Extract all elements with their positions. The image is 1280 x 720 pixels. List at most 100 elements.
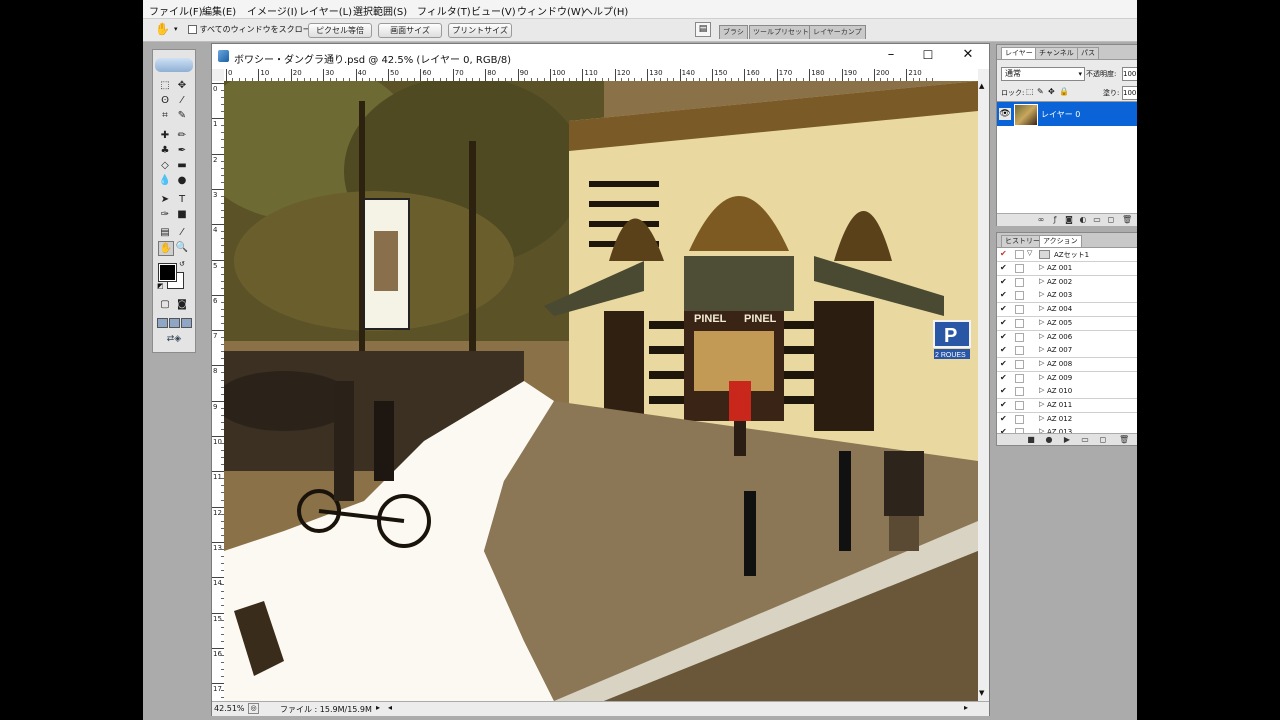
scroll-all-checkbox[interactable] — [188, 25, 197, 34]
menu-file[interactable]: ファイル(F) — [149, 3, 203, 18]
action-expand-icon[interactable]: ▷ — [1039, 400, 1044, 408]
preset-dropdown-icon[interactable]: ▾ — [174, 25, 178, 33]
menu-layer[interactable]: レイヤー(L) — [299, 3, 352, 18]
action-dialog-toggle[interactable] — [1015, 277, 1024, 287]
action-item-row[interactable]: ✔ ▷ AZ 005 — [997, 316, 1137, 331]
action-dialog-toggle[interactable] — [1015, 291, 1024, 301]
action-expand-icon[interactable]: ▷ — [1039, 345, 1044, 353]
action-item-row[interactable]: ✔ ▷ AZ 008 — [997, 357, 1137, 372]
dodge-tool-icon[interactable]: ● — [175, 174, 189, 187]
zoom-level[interactable]: 42.51% — [214, 704, 245, 713]
magic-wand-tool-icon[interactable]: ⁄ — [175, 94, 189, 107]
close-button[interactable]: ✕ — [957, 46, 979, 64]
scroll-up-arrow-icon[interactable]: ▲ — [979, 82, 984, 90]
delete-layer-icon[interactable]: 🗑 — [1122, 216, 1132, 224]
status-menu-arrow-icon[interactable]: ▸ — [376, 703, 380, 712]
tab-actions[interactable]: アクション — [1039, 235, 1082, 247]
minimize-button[interactable]: – — [880, 46, 902, 64]
shape-tool-icon[interactable]: ■ — [175, 208, 189, 221]
screen-mode-full-icon[interactable] — [181, 318, 192, 328]
action-set-check-icon[interactable]: ✔ — [1000, 250, 1008, 258]
scroll-right-arrow-icon[interactable]: ▸ — [964, 703, 968, 712]
action-enabled-check-icon[interactable]: ✔ — [1000, 401, 1008, 409]
action-enabled-check-icon[interactable]: ✔ — [1000, 318, 1008, 327]
action-expand-icon[interactable]: ▷ — [1039, 373, 1044, 381]
hand-tool-icon[interactable]: ✋ — [158, 241, 174, 256]
action-dialog-toggle[interactable] — [1015, 332, 1024, 342]
image-canvas[interactable]: PINEL PINEL P 2 ROUES — [224, 81, 978, 701]
action-item-row[interactable]: ✔ ▷ AZ 012 — [997, 412, 1137, 427]
jump-to-imageready-icon[interactable]: ⇄◈ — [159, 334, 189, 346]
gradient-tool-icon[interactable]: ▬ — [175, 159, 189, 172]
print-size-button[interactable]: プリントサイズ — [448, 23, 512, 38]
tab-layers[interactable]: レイヤー — [1001, 47, 1037, 59]
action-enabled-check-icon[interactable]: ✔ — [1000, 332, 1008, 341]
eyedropper-tool-icon[interactable]: ⁄ — [175, 226, 189, 239]
notes-tool-icon[interactable]: ▤ — [158, 226, 172, 239]
lasso-tool-icon[interactable]: ʘ — [158, 94, 172, 107]
well-tab-brushes[interactable]: ブラシ — [719, 25, 748, 39]
link-layers-icon[interactable]: ∞ — [1037, 216, 1045, 224]
action-dialog-toggle[interactable] — [1015, 346, 1024, 356]
lock-all-icon[interactable]: 🔒 — [1059, 87, 1069, 96]
action-set-dialog-toggle[interactable] — [1015, 250, 1024, 259]
action-dialog-toggle[interactable] — [1015, 414, 1024, 424]
screen-mode-full-menu-icon[interactable] — [169, 318, 180, 328]
action-dialog-toggle[interactable] — [1015, 264, 1024, 273]
action-item-row[interactable]: ✔ ▷ AZ 003 — [997, 289, 1137, 304]
action-item-row[interactable]: ✔ ▷ AZ 011 — [997, 399, 1137, 413]
action-expand-icon[interactable]: ▷ — [1039, 386, 1044, 394]
action-item-row[interactable]: ✔ ▷ AZ 007 — [997, 344, 1137, 359]
clone-stamp-tool-icon[interactable]: ♣ — [158, 144, 172, 157]
action-item-row[interactable]: ✔ ▷ AZ 009 — [997, 371, 1137, 386]
type-tool-icon[interactable]: T — [175, 193, 189, 206]
action-item-row[interactable]: ✔ ▷ AZ 006 — [997, 330, 1137, 345]
action-enabled-check-icon[interactable]: ✔ — [1000, 305, 1008, 313]
vertical-scrollbar[interactable]: ▲ ▼ — [978, 81, 989, 701]
menu-select[interactable]: 選択範囲(S) — [353, 3, 407, 18]
document-title-bar[interactable]: ボワシー・ダングラ通り.psd @ 42.5% (レイヤー 0, RGB/8) … — [212, 44, 989, 69]
brush-tool-icon[interactable]: ✏ — [175, 129, 189, 142]
scroll-left-arrow-icon[interactable]: ◂ — [388, 703, 392, 712]
action-enabled-check-icon[interactable]: ✔ — [1000, 359, 1008, 368]
layer-visibility-eye-icon[interactable]: 👁 — [999, 108, 1011, 120]
crop-tool-icon[interactable]: ⌗ — [158, 109, 172, 122]
lock-transparency-icon[interactable]: ⬚ — [1026, 87, 1034, 96]
action-expand-icon[interactable]: ▷ — [1039, 332, 1044, 340]
eraser-tool-icon[interactable]: ◇ — [158, 159, 172, 172]
action-dialog-toggle[interactable] — [1015, 305, 1024, 315]
action-expand-icon[interactable]: ▷ — [1039, 414, 1044, 422]
lock-position-icon[interactable]: ✥ — [1048, 87, 1055, 96]
marquee-tool-icon[interactable]: ⬚ — [158, 79, 172, 92]
blend-mode-select[interactable]: 通常 ▾ — [1001, 67, 1085, 81]
slice-tool-icon[interactable]: ✎ — [175, 109, 189, 122]
action-expand-icon[interactable]: ▷ — [1039, 290, 1044, 298]
hand-tool-preset-icon[interactable]: ✋ — [155, 22, 170, 36]
action-item-row[interactable]: ✔ ▷ AZ 001 — [997, 262, 1137, 276]
action-item-row[interactable]: ✔ ▷ AZ 002 — [997, 275, 1137, 290]
toolbox-header-feather-icon[interactable] — [155, 58, 193, 72]
well-tab-layer-comps[interactable]: レイヤーカンプ — [809, 25, 866, 39]
action-dialog-toggle[interactable] — [1015, 387, 1024, 397]
new-action-icon[interactable]: ◻ — [1099, 436, 1107, 444]
new-group-icon[interactable]: ▭ — [1093, 216, 1101, 224]
action-expand-icon[interactable]: ▷ — [1039, 318, 1044, 326]
action-item-row[interactable]: ✔ ▷ AZ 013 — [997, 426, 1137, 433]
palette-well-toggle-icon[interactable]: ▤ — [695, 22, 711, 37]
new-set-icon[interactable]: ▭ — [1081, 436, 1089, 444]
pen-tool-icon[interactable]: ✑ — [158, 208, 172, 221]
default-colors-icon[interactable]: ◩ — [157, 282, 164, 290]
action-enabled-check-icon[interactable]: ✔ — [1000, 373, 1008, 382]
menu-edit[interactable]: 編集(E) — [202, 3, 236, 18]
maximize-button[interactable]: ☐ — [917, 46, 939, 64]
adjustment-layer-icon[interactable]: ◐ — [1079, 216, 1087, 224]
menu-image[interactable]: イメージ(I) — [247, 3, 298, 18]
action-set-row[interactable]: ✔ ▽ AZセット1 — [997, 248, 1137, 262]
healing-brush-tool-icon[interactable]: ✚ — [158, 129, 172, 142]
new-layer-icon[interactable]: ◻ — [1107, 216, 1115, 224]
tab-paths[interactable]: パス — [1077, 47, 1099, 59]
zoom-tool-icon[interactable]: 🔍 — [175, 241, 189, 254]
tab-channels[interactable]: チャンネル — [1035, 47, 1078, 59]
scroll-all-option[interactable]: すべてのウィンドウをスクロール — [188, 24, 319, 35]
status-info-icon[interactable]: ◎ — [248, 703, 259, 714]
